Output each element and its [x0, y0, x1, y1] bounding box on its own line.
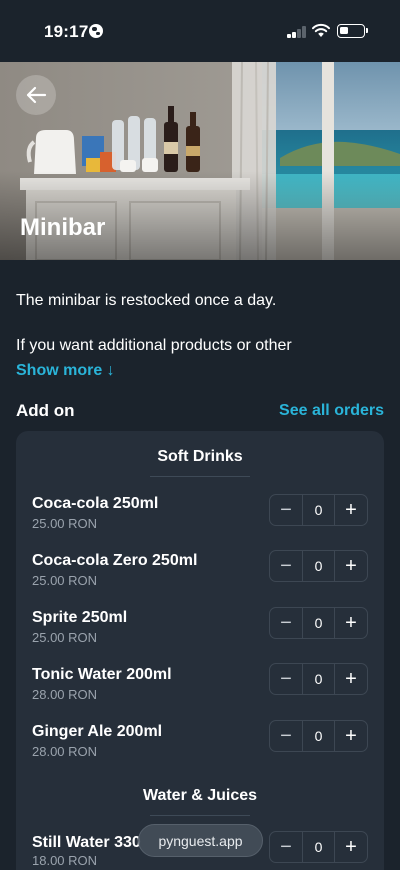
- intro-text-2: If you want additional products or other: [16, 337, 292, 354]
- quantity-stepper: − 0 +: [269, 720, 368, 752]
- quantity-stepper: − 0 +: [269, 663, 368, 695]
- addon-title: Add on: [16, 401, 75, 420]
- item-name: Coca-cola Zero 250ml: [32, 552, 198, 569]
- quantity-stepper: − 0 +: [269, 607, 368, 639]
- category-title: Water & Juices: [142, 787, 258, 804]
- item-name: Ginger Ale 200ml: [32, 723, 163, 740]
- quantity-stepper: − 0 +: [269, 550, 368, 582]
- item-price: 25.00 RON: [32, 573, 98, 588]
- item-price: 18.00 RON: [32, 853, 98, 868]
- increment-button[interactable]: +: [335, 664, 367, 694]
- url-bar[interactable]: pynguest.app: [138, 824, 263, 857]
- item-name: Still Water 330: [32, 834, 141, 851]
- item-name: Tonic Water 200ml: [32, 666, 172, 683]
- item-name: Sprite 250ml: [32, 609, 128, 626]
- category-title: Soft Drinks: [157, 448, 243, 465]
- quantity-value: 0: [302, 664, 335, 694]
- cellular-signal-icon: [287, 25, 307, 38]
- item-name: Coca-cola 250ml: [32, 495, 159, 512]
- see-all-orders-link[interactable]: See all orders: [279, 402, 384, 420]
- decrement-button[interactable]: −: [270, 664, 302, 694]
- intro-text: The minibar is restocked once a day.: [16, 292, 277, 309]
- item-price: 25.00 RON: [32, 630, 98, 645]
- quantity-value: 0: [302, 495, 335, 525]
- page-title: Minibar: [20, 214, 106, 241]
- show-more-link[interactable]: Show more ↓: [16, 362, 115, 380]
- battery-icon: [337, 24, 368, 38]
- decrement-button[interactable]: −: [270, 832, 302, 862]
- increment-button[interactable]: +: [335, 832, 367, 862]
- increment-button[interactable]: +: [335, 721, 367, 751]
- item-price: 28.00 RON: [32, 744, 98, 759]
- increment-button[interactable]: +: [335, 551, 367, 581]
- category-divider: [150, 476, 250, 477]
- quantity-value: 0: [302, 721, 335, 751]
- decrement-button[interactable]: −: [270, 721, 302, 751]
- globe-icon: [89, 24, 103, 38]
- increment-button[interactable]: +: [335, 608, 367, 638]
- quantity-stepper: − 0 +: [269, 831, 368, 863]
- status-bar: 19:17: [0, 0, 400, 62]
- back-button[interactable]: [16, 75, 56, 115]
- quantity-stepper: − 0 +: [269, 494, 368, 526]
- decrement-button[interactable]: −: [270, 551, 302, 581]
- quantity-value: 0: [302, 832, 335, 862]
- decrement-button[interactable]: −: [270, 495, 302, 525]
- quantity-value: 0: [302, 608, 335, 638]
- product-list-card: Soft Drinks Coca-cola 250ml 25.00 RON − …: [16, 431, 384, 870]
- item-price: 25.00 RON: [32, 516, 98, 531]
- wifi-icon: [312, 23, 330, 37]
- decrement-button[interactable]: −: [270, 608, 302, 638]
- category-divider: [150, 815, 250, 816]
- quantity-value: 0: [302, 551, 335, 581]
- status-time: 19:17: [44, 22, 89, 41]
- arrow-left-icon: [26, 86, 47, 104]
- increment-button[interactable]: +: [335, 495, 367, 525]
- item-price: 28.00 RON: [32, 687, 98, 702]
